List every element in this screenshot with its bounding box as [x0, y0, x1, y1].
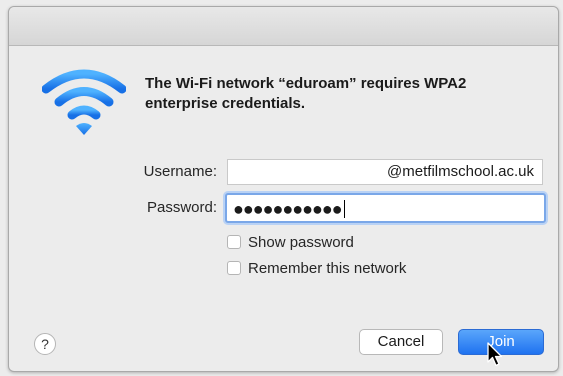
username-value: @metfilmschool.ac.uk — [387, 163, 534, 180]
help-button[interactable]: ? — [34, 333, 56, 355]
username-label: Username: — [143, 163, 217, 180]
username-field[interactable]: @metfilmschool.ac.uk — [227, 159, 543, 185]
wifi-credentials-dialog: The Wi-Fi network “eduroam” requires WPA… — [8, 6, 559, 372]
password-value: ●●●●●●●●●●● — [233, 199, 343, 219]
text-caret — [343, 200, 345, 218]
mouse-pointer-icon — [487, 342, 503, 367]
wifi-icon — [42, 69, 126, 135]
show-password-label: Show password — [248, 233, 354, 251]
dialog-message: The Wi-Fi network “eduroam” requires WPA… — [145, 75, 467, 112]
password-field[interactable]: ●●●●●●●●●●● — [225, 193, 546, 223]
password-label: Password: — [146, 199, 217, 216]
remember-network-checkbox[interactable] — [227, 261, 241, 275]
remember-network-row[interactable]: Remember this network — [227, 258, 406, 278]
cancel-button[interactable]: Cancel — [359, 329, 443, 355]
show-password-row[interactable]: Show password — [227, 232, 354, 252]
show-password-checkbox[interactable] — [227, 235, 241, 249]
remember-network-label: Remember this network — [248, 259, 407, 277]
title-bar[interactable] — [9, 7, 558, 46]
